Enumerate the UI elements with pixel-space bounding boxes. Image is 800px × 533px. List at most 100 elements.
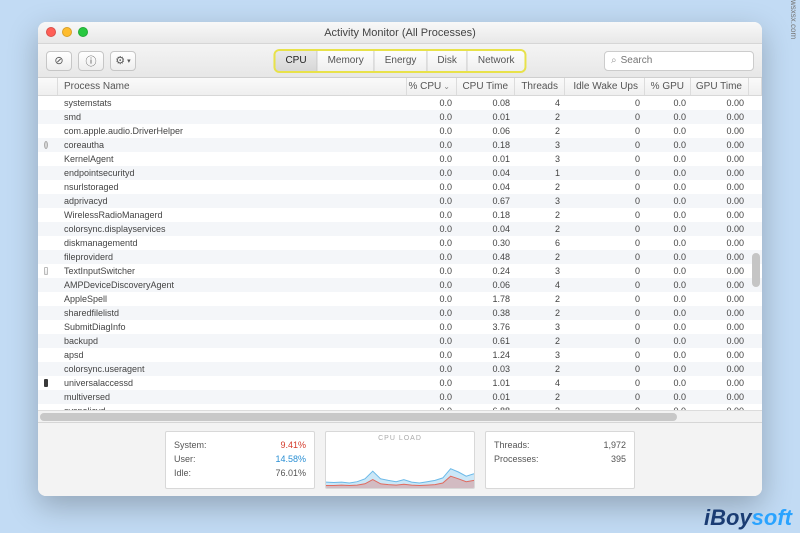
process-icon bbox=[44, 239, 48, 247]
process-name: SubmitDiagInfo bbox=[58, 320, 408, 334]
process-name: smd bbox=[58, 110, 408, 124]
gpu-time: 0.00 bbox=[692, 152, 750, 166]
process-icon bbox=[44, 351, 48, 359]
process-icon bbox=[44, 253, 48, 261]
gpu-time: 0.00 bbox=[692, 292, 750, 306]
table-row[interactable]: WirelessRadioManagerd0.00.18200.00.00 bbox=[38, 208, 762, 222]
process-name: systemstats bbox=[58, 96, 408, 110]
cpu-time: 0.61 bbox=[458, 334, 516, 348]
table-row[interactable]: diskmanagementd0.00.30600.00.00 bbox=[38, 236, 762, 250]
tab-network[interactable]: Network bbox=[468, 51, 525, 71]
gpu-time: 0.00 bbox=[692, 320, 750, 334]
inspect-process-button[interactable]: ⓘ bbox=[78, 51, 104, 71]
gpu-time: 0.00 bbox=[692, 376, 750, 390]
threads: 3 bbox=[516, 194, 566, 208]
table-row[interactable]: AppleSpell0.01.78200.00.00 bbox=[38, 292, 762, 306]
titlebar[interactable]: Activity Monitor (All Processes) bbox=[38, 22, 762, 44]
tab-memory[interactable]: Memory bbox=[318, 51, 375, 71]
gpu-percent: 0.0 bbox=[646, 124, 692, 138]
stop-process-button[interactable]: ⊘ bbox=[46, 51, 72, 71]
table-row[interactable]: coreautha0.00.18300.00.00 bbox=[38, 138, 762, 152]
search-input[interactable] bbox=[621, 55, 747, 66]
cpu-percent: 0.0 bbox=[408, 124, 458, 138]
vertical-scrollbar[interactable] bbox=[751, 98, 761, 408]
cpu-percent: 0.0 bbox=[408, 250, 458, 264]
cpu-time: 0.38 bbox=[458, 306, 516, 320]
threads: 2 bbox=[516, 334, 566, 348]
process-icon bbox=[44, 309, 48, 317]
gpu-percent: 0.0 bbox=[646, 292, 692, 306]
gpu-percent: 0.0 bbox=[646, 306, 692, 320]
table-row[interactable]: SubmitDiagInfo0.03.76300.00.00 bbox=[38, 320, 762, 334]
column-headers: Process Name % CPU⌄ CPU Time Threads Idl… bbox=[38, 78, 762, 96]
table-row[interactable]: systemstats0.00.08400.00.00 bbox=[38, 96, 762, 110]
table-row[interactable]: smd0.00.01200.00.00 bbox=[38, 110, 762, 124]
threads: 2 bbox=[516, 208, 566, 222]
process-name: endpointsecurityd bbox=[58, 166, 408, 180]
table-row[interactable]: multiversed0.00.01200.00.00 bbox=[38, 390, 762, 404]
gpu-time: 0.00 bbox=[692, 208, 750, 222]
minimize-button[interactable] bbox=[62, 27, 72, 37]
window-title: Activity Monitor (All Processes) bbox=[324, 27, 476, 39]
process-table-body[interactable]: systemstats0.00.08400.00.00smd0.00.01200… bbox=[38, 96, 762, 410]
table-row[interactable]: fileproviderd0.00.48200.00.00 bbox=[38, 250, 762, 264]
threads-value: 1,972 bbox=[603, 438, 626, 452]
cpu-percent: 0.0 bbox=[408, 194, 458, 208]
process-name: sharedfilelistd bbox=[58, 306, 408, 320]
process-icon bbox=[44, 267, 48, 275]
cpu-time: 0.01 bbox=[458, 390, 516, 404]
col-threads[interactable]: Threads bbox=[515, 78, 565, 95]
table-row[interactable]: nsurlstoraged0.00.04200.00.00 bbox=[38, 180, 762, 194]
idle-wakeups: 0 bbox=[566, 390, 646, 404]
tab-disk[interactable]: Disk bbox=[427, 51, 467, 71]
table-row[interactable]: backupd0.00.61200.00.00 bbox=[38, 334, 762, 348]
table-row[interactable]: adprivacyd0.00.67300.00.00 bbox=[38, 194, 762, 208]
threads: 2 bbox=[516, 306, 566, 320]
tab-energy[interactable]: Energy bbox=[375, 51, 428, 71]
tab-cpu[interactable]: CPU bbox=[275, 51, 317, 71]
table-row[interactable]: sharedfilelistd0.00.38200.00.00 bbox=[38, 306, 762, 320]
gpu-percent: 0.0 bbox=[646, 222, 692, 236]
table-row[interactable]: universalaccessd0.01.01400.00.00 bbox=[38, 376, 762, 390]
info-icon: ⓘ bbox=[86, 53, 97, 69]
options-menu-button[interactable]: ⚙▾ bbox=[110, 51, 136, 71]
maximize-button[interactable] bbox=[78, 27, 88, 37]
table-row[interactable]: colorsync.useragent0.00.03200.00.00 bbox=[38, 362, 762, 376]
search-field[interactable]: ⌕ bbox=[604, 51, 754, 71]
table-row[interactable]: endpointsecurityd0.00.04100.00.00 bbox=[38, 166, 762, 180]
threads: 3 bbox=[516, 320, 566, 334]
table-row[interactable]: colorsync.displayservices0.00.04200.00.0… bbox=[38, 222, 762, 236]
horizontal-scroll-thumb[interactable] bbox=[40, 413, 677, 421]
col-gpu-percent[interactable]: % GPU bbox=[645, 78, 691, 95]
table-row[interactable]: AMPDeviceDiscoveryAgent0.00.06400.00.00 bbox=[38, 278, 762, 292]
cpu-time: 1.24 bbox=[458, 348, 516, 362]
col-process-name[interactable]: Process Name bbox=[58, 78, 407, 95]
process-name: fileproviderd bbox=[58, 250, 408, 264]
table-row[interactable]: TextInputSwitcher0.00.24300.00.00 bbox=[38, 264, 762, 278]
col-gpu-time[interactable]: GPU Time bbox=[691, 78, 749, 95]
idle-wakeups: 0 bbox=[566, 180, 646, 194]
gpu-percent: 0.0 bbox=[646, 166, 692, 180]
col-cpu-percent[interactable]: % CPU⌄ bbox=[407, 78, 457, 95]
col-idle-wakeups[interactable]: Idle Wake Ups bbox=[565, 78, 645, 95]
col-cpu-time[interactable]: CPU Time bbox=[457, 78, 515, 95]
horizontal-scrollbar[interactable] bbox=[38, 410, 762, 422]
idle-wakeups: 0 bbox=[566, 292, 646, 306]
process-name: apsd bbox=[58, 348, 408, 362]
col-icon[interactable] bbox=[38, 78, 58, 95]
vertical-scroll-thumb[interactable] bbox=[752, 253, 760, 287]
idle-wakeups: 0 bbox=[566, 222, 646, 236]
table-row[interactable]: com.apple.audio.DriverHelper0.00.06200.0… bbox=[38, 124, 762, 138]
close-button[interactable] bbox=[46, 27, 56, 37]
cpu-time: 1.78 bbox=[458, 292, 516, 306]
table-row[interactable]: KernelAgent0.00.01300.00.00 bbox=[38, 152, 762, 166]
gpu-time: 0.00 bbox=[692, 194, 750, 208]
process-name: com.apple.audio.DriverHelper bbox=[58, 124, 408, 138]
cpu-time: 0.01 bbox=[458, 110, 516, 124]
cpu-percent: 0.0 bbox=[408, 362, 458, 376]
table-row[interactable]: apsd0.01.24300.00.00 bbox=[38, 348, 762, 362]
cpu-time: 0.04 bbox=[458, 180, 516, 194]
process-counts-panel: Threads:1,972 Processes:395 bbox=[485, 431, 635, 489]
process-name: multiversed bbox=[58, 390, 408, 404]
gpu-percent: 0.0 bbox=[646, 180, 692, 194]
